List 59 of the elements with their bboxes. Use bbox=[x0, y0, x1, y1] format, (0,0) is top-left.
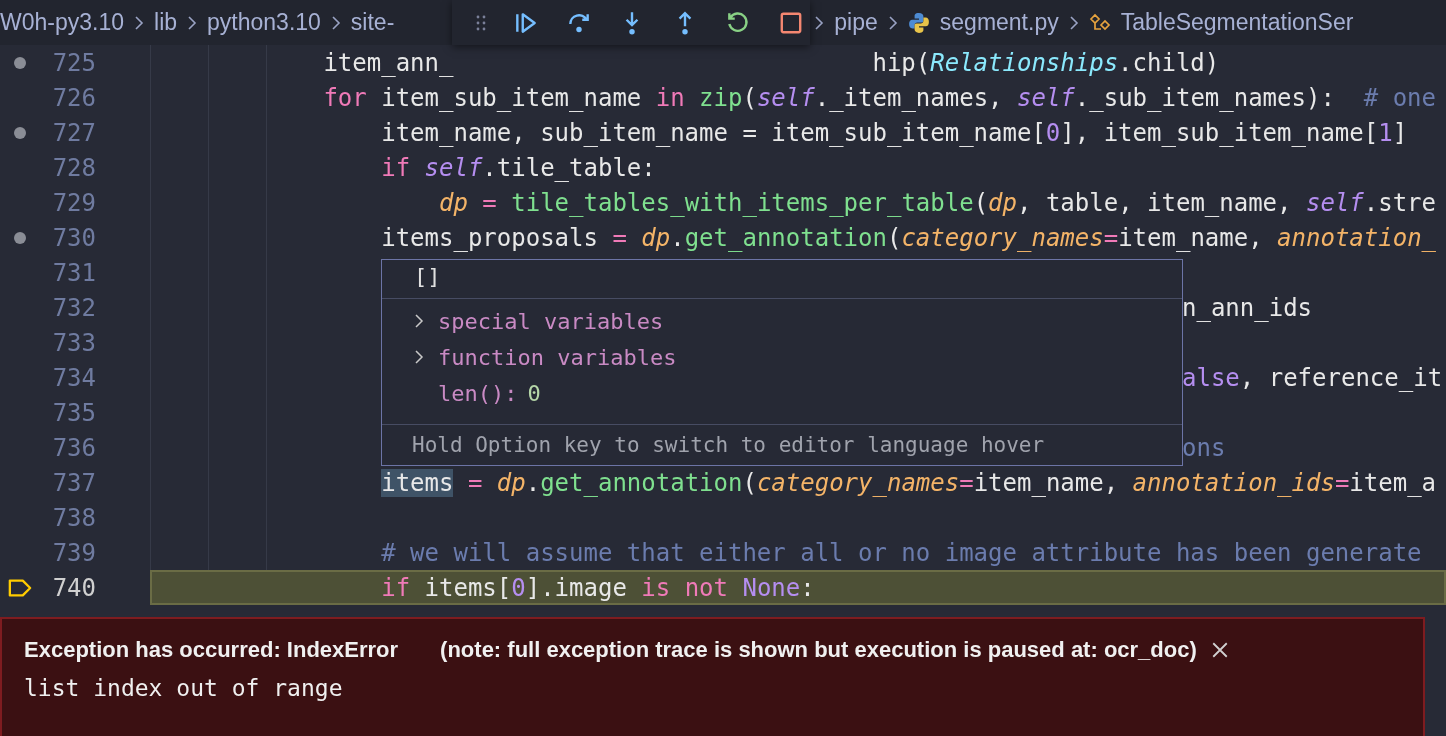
line-number: 727 bbox=[51, 118, 96, 147]
breadcrumb-item[interactable]: site- bbox=[350, 9, 395, 36]
tree-item-label[interactable]: function variables bbox=[438, 344, 677, 370]
expand-chevron-icon[interactable] bbox=[414, 313, 424, 329]
exception-title: Exception has occurred: IndexError bbox=[24, 637, 399, 663]
variable-name: len(): bbox=[438, 380, 518, 406]
line-number: 736 bbox=[51, 433, 96, 462]
line-number: 730 bbox=[51, 223, 96, 252]
line-number: 728 bbox=[51, 153, 96, 182]
exception-note: (note: full exception trace is shown but execution is paused at: ocr_doc) bbox=[440, 637, 1197, 663]
current-frame-arrow-icon bbox=[8, 576, 32, 599]
python-icon bbox=[907, 11, 930, 34]
chevron-icon bbox=[814, 14, 825, 31]
breakpoint-hint-dot-icon[interactable] bbox=[14, 56, 26, 69]
chevron-icon bbox=[887, 14, 898, 31]
line-number: 739 bbox=[51, 538, 96, 567]
tree-item-label[interactable]: special variables bbox=[438, 308, 664, 334]
breadcrumb-item[interactable]: pipe bbox=[834, 9, 878, 36]
expand-chevron-icon[interactable] bbox=[414, 349, 424, 365]
breadcrumb-item[interactable]: lib bbox=[154, 9, 178, 36]
line-number: 729 bbox=[51, 188, 96, 217]
breadcrumb-item[interactable]: W0h-py3.10 bbox=[0, 9, 124, 36]
code-line: item_ann_ hip(Relationships.child) bbox=[322, 48, 1220, 77]
line-number: 734 bbox=[51, 363, 96, 392]
line-number: 732 bbox=[51, 293, 96, 322]
line-number: 725 bbox=[51, 48, 96, 77]
hover-hint-text: Hold Option key to switch to editor language hover bbox=[382, 424, 1182, 465]
chevron-icon bbox=[187, 14, 198, 31]
line-number: 735 bbox=[51, 398, 96, 427]
breadcrumb-item[interactable]: TableSegmentationSer bbox=[1120, 9, 1354, 36]
code-line: if items[0].image is not None: bbox=[380, 573, 815, 602]
hover-value: [] bbox=[382, 260, 1182, 299]
breakpoint-hint-dot-icon[interactable] bbox=[14, 126, 26, 139]
variable-value: 0 bbox=[527, 380, 541, 406]
breadcrumb-item[interactable]: python3.10 bbox=[207, 9, 321, 36]
code-line: for item_sub_item_name in zip(self._item_names, self._sub_item_names): # one bbox=[322, 83, 1436, 112]
line-number: 740 bbox=[51, 573, 96, 602]
drag-handle-icon[interactable] bbox=[476, 13, 486, 32]
code-line: items = dp.get_annotation(category_names=item_name, annotation_ids=item_a bbox=[150, 468, 1437, 497]
chevron-icon bbox=[330, 14, 341, 31]
line-number: 726 bbox=[51, 83, 96, 112]
line-number: 731 bbox=[51, 258, 96, 287]
code-line: ons bbox=[1182, 433, 1226, 462]
line-number: 733 bbox=[51, 328, 96, 357]
code-line: n_ann_ids bbox=[1182, 293, 1313, 322]
breadcrumb-item[interactable]: segment.py bbox=[939, 9, 1059, 36]
breakpoint-hint-dot-icon[interactable] bbox=[14, 231, 26, 244]
code-line: items_proposals = dp.get_annotation(category_names=item_name, annotation_ bbox=[380, 223, 1437, 252]
line-number: 737 bbox=[51, 468, 96, 497]
close-icon[interactable] bbox=[1210, 641, 1229, 659]
code-line: if self.tile_table: bbox=[380, 153, 656, 182]
exception-message: list index out of range bbox=[24, 675, 344, 701]
chevron-icon bbox=[134, 14, 144, 31]
code-line: alse, reference_it bbox=[1182, 363, 1443, 392]
code-line: # we will assume that either all or no image attribute has been generate bbox=[380, 538, 1422, 567]
code-line: dp = tile_tables_with_items_per_table(dp, table, item_name, self.stre bbox=[438, 188, 1436, 217]
chevron-icon bbox=[1068, 14, 1079, 31]
line-number: 738 bbox=[51, 503, 96, 532]
code-line: item_name, sub_item_name = item_sub_item_name[0], item_sub_item_name[1] bbox=[380, 118, 1408, 147]
